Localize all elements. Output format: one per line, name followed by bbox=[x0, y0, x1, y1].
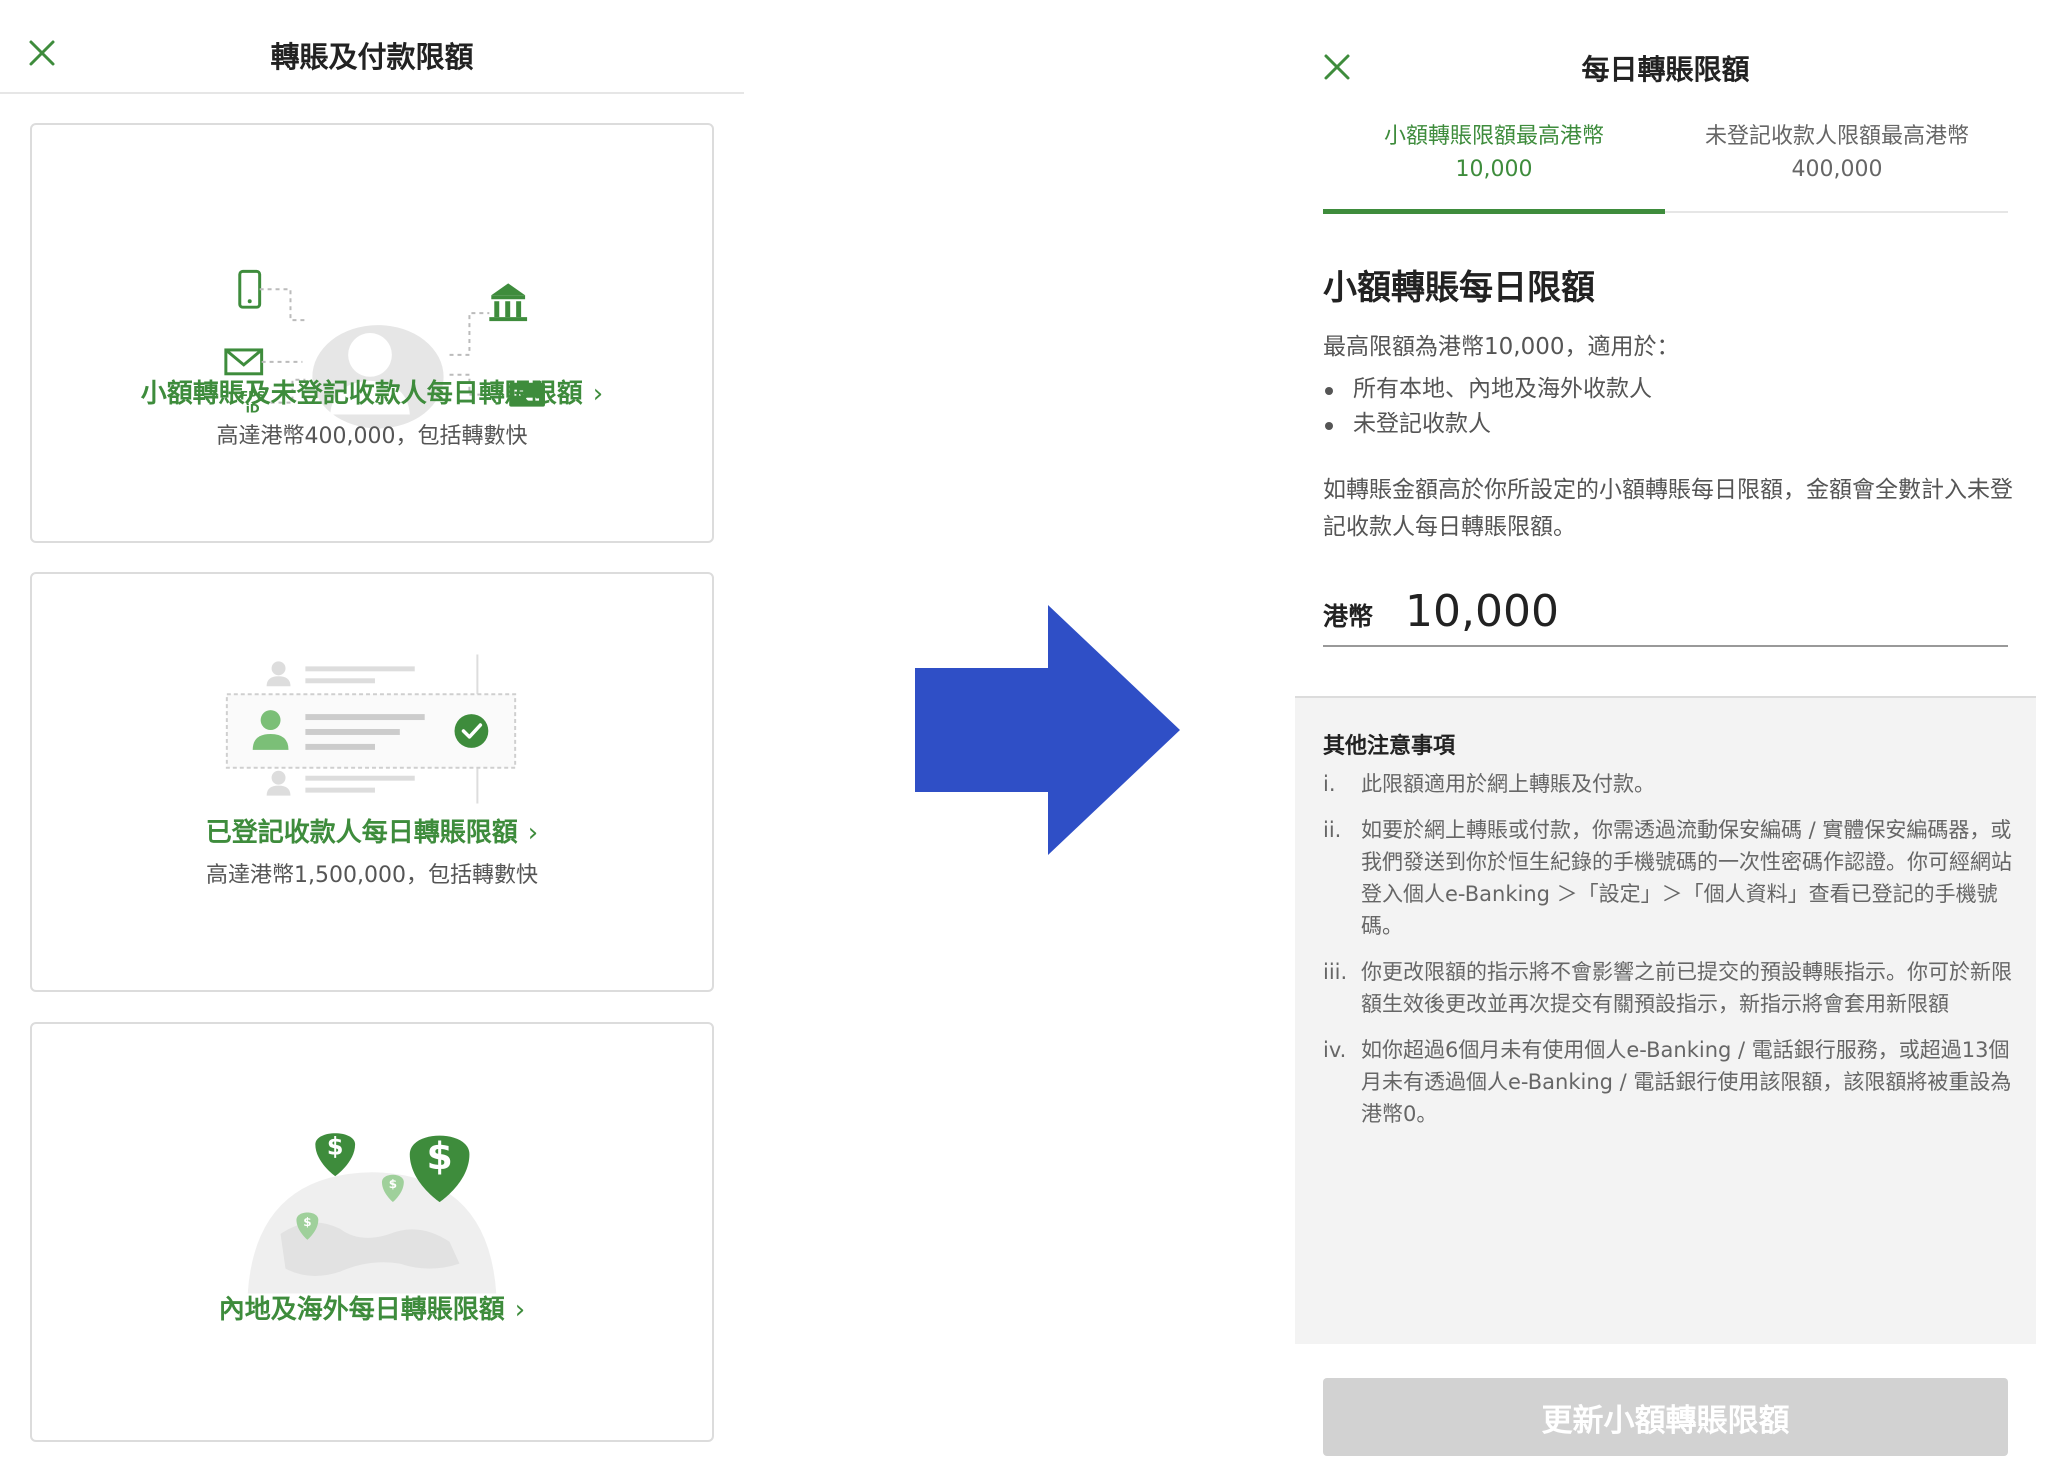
list-item: iv. 如你超過6個月未有使用個人e-Banking / 電話銀行服務，或超過13… bbox=[1323, 1034, 2013, 1130]
currency-label: 港幣 bbox=[1323, 602, 1374, 631]
card-title-overseas: 內地及海外每日轉賬限額 bbox=[218, 1295, 505, 1325]
card-subtitle-registered-payee: 高達港幣1,500,000，包括轉數快 bbox=[206, 863, 538, 888]
note-number: i. bbox=[1323, 772, 1336, 796]
list-item: 未登記收款人 bbox=[1323, 407, 1652, 442]
svg-text:$: $ bbox=[389, 1177, 397, 1191]
chevron-right-icon: › bbox=[592, 379, 604, 409]
limit-intro: 最高限額為港幣10,000，適用於： bbox=[1323, 334, 1680, 360]
update-limit-button[interactable]: 更新小額轉賬限額 bbox=[1323, 1378, 2008, 1456]
list-item: 所有本地、內地及海外收款人 bbox=[1323, 372, 1652, 407]
note-text: 你更改限額的指示將不會影響之前已提交的預設轉賬指示。你可於新限額生效後更改並再次… bbox=[1361, 960, 2012, 1016]
note-number: iv. bbox=[1323, 1038, 1347, 1062]
notes-section: 其他注意事項 i. 此限額適用於網上轉賬及付款。 ii. 如要於網上轉賬或付款，你需… bbox=[1295, 696, 2036, 1344]
chevron-right-icon: › bbox=[527, 818, 539, 848]
overseas-limit-card[interactable]: $ $ $ $ 內地及海外每日轉賬限額 › bbox=[30, 1022, 714, 1442]
note-number: ii. bbox=[1323, 818, 1342, 842]
chevron-right-icon: › bbox=[514, 1295, 526, 1325]
right-arrow-icon bbox=[915, 605, 1180, 855]
notes-list: i. 此限額適用於網上轉賬及付款。 ii. 如要於網上轉賬或付款，你需透過流動保安編… bbox=[1323, 768, 2013, 1144]
registered-payee-limit-card[interactable]: 已登記收款人每日轉賬限額 › 高達港幣1,500,000，包括轉數快 bbox=[30, 572, 714, 992]
globe-dollar-illustration: $ $ $ $ bbox=[247, 1132, 497, 1294]
tab-small-value-limit[interactable]: 小額轉賬限額最高港幣 10,000 bbox=[1323, 120, 1665, 214]
limit-amount-input[interactable]: 港幣 10,000 bbox=[1323, 575, 2008, 647]
note-number: iii. bbox=[1323, 960, 1348, 984]
notes-title: 其他注意事項 bbox=[1323, 734, 1456, 759]
tab-label: 小額轉賬限額最高港幣 bbox=[1383, 124, 1604, 149]
page-title: 每日轉賬限額 bbox=[1581, 53, 1750, 86]
list-item: iii. 你更改限額的指示將不會影響之前已提交的預設轉賬指示。你可於新限額生效後更… bbox=[1323, 956, 2013, 1020]
small-value-limit-card[interactable]: FPS iD 小額轉賬及未登記收款人每日轉賬限額 › 高達港幣400,000，包括… bbox=[30, 123, 714, 543]
svg-text:$: $ bbox=[327, 1132, 344, 1160]
section-title: 小額轉賬每日限額 bbox=[1323, 268, 1595, 308]
list-item: i. 此限額適用於網上轉賬及付款。 bbox=[1323, 768, 2013, 800]
daily-transfer-limit-screen: 每日轉賬限額 小額轉賬限額最高港幣 10,000 未登記收款人限額最高港幣 40… bbox=[1295, 0, 2036, 1475]
note-text: 如要於網上轉賬或付款，你需透過流動保安編碼 / 實體保安編碼器，或我們發送到你於… bbox=[1361, 818, 2012, 938]
tab-label: 未登記收款人限額最高港幣 bbox=[1704, 124, 1969, 149]
tab-unregistered-payee-limit[interactable]: 未登記收款人限額最高港幣 400,000 bbox=[1666, 120, 2008, 211]
card-title-small-value: 小額轉賬及未登記收款人每日轉賬限額 bbox=[140, 379, 583, 409]
svg-text:$: $ bbox=[303, 1215, 311, 1229]
note-text: 如你超過6個月未有使用個人e-Banking / 電話銀行服務，或超過13個月未… bbox=[1361, 1038, 2012, 1126]
active-tab-indicator bbox=[1323, 209, 1665, 214]
card-title-registered-payee: 已登記收款人每日轉賬限額 bbox=[205, 818, 518, 848]
svg-text:$: $ bbox=[426, 1134, 452, 1178]
card-subtitle-small-value: 高達港幣400,000，包括轉數快 bbox=[216, 424, 528, 449]
limits-overview-screen: 轉賬及付款限額 FPS iD 小額轉賬及未登記收款人每日轉賬限額 › 高達港幣4… bbox=[0, 0, 744, 1475]
limit-explanation: 如轉賬金額高於你所設定的小額轉賬每日限額，金額會全數計入未登記收款人每日轉賬限額… bbox=[1323, 477, 2013, 540]
list-item: ii. 如要於網上轉賬或付款，你需透過流動保安編碼 / 實體保安編碼器，或我們發送… bbox=[1323, 814, 2013, 942]
amount-value[interactable]: 10,000 bbox=[1405, 586, 1559, 637]
applicable-list: 所有本地、內地及海外收款人 未登記收款人 bbox=[1323, 372, 1652, 442]
registered-payee-illustration bbox=[225, 654, 517, 804]
tab-amount: 10,000 bbox=[1455, 157, 1533, 182]
note-text: 此限額適用於網上轉賬及付款。 bbox=[1361, 772, 1655, 796]
page-title: 轉賬及付款限額 bbox=[270, 40, 474, 74]
tab-amount: 400,000 bbox=[1791, 157, 1883, 182]
limit-tabs: 小額轉賬限額最高港幣 10,000 未登記收款人限額最高港幣 400,000 bbox=[1323, 120, 2008, 214]
left-header: 轉賬及付款限額 bbox=[0, 0, 744, 94]
